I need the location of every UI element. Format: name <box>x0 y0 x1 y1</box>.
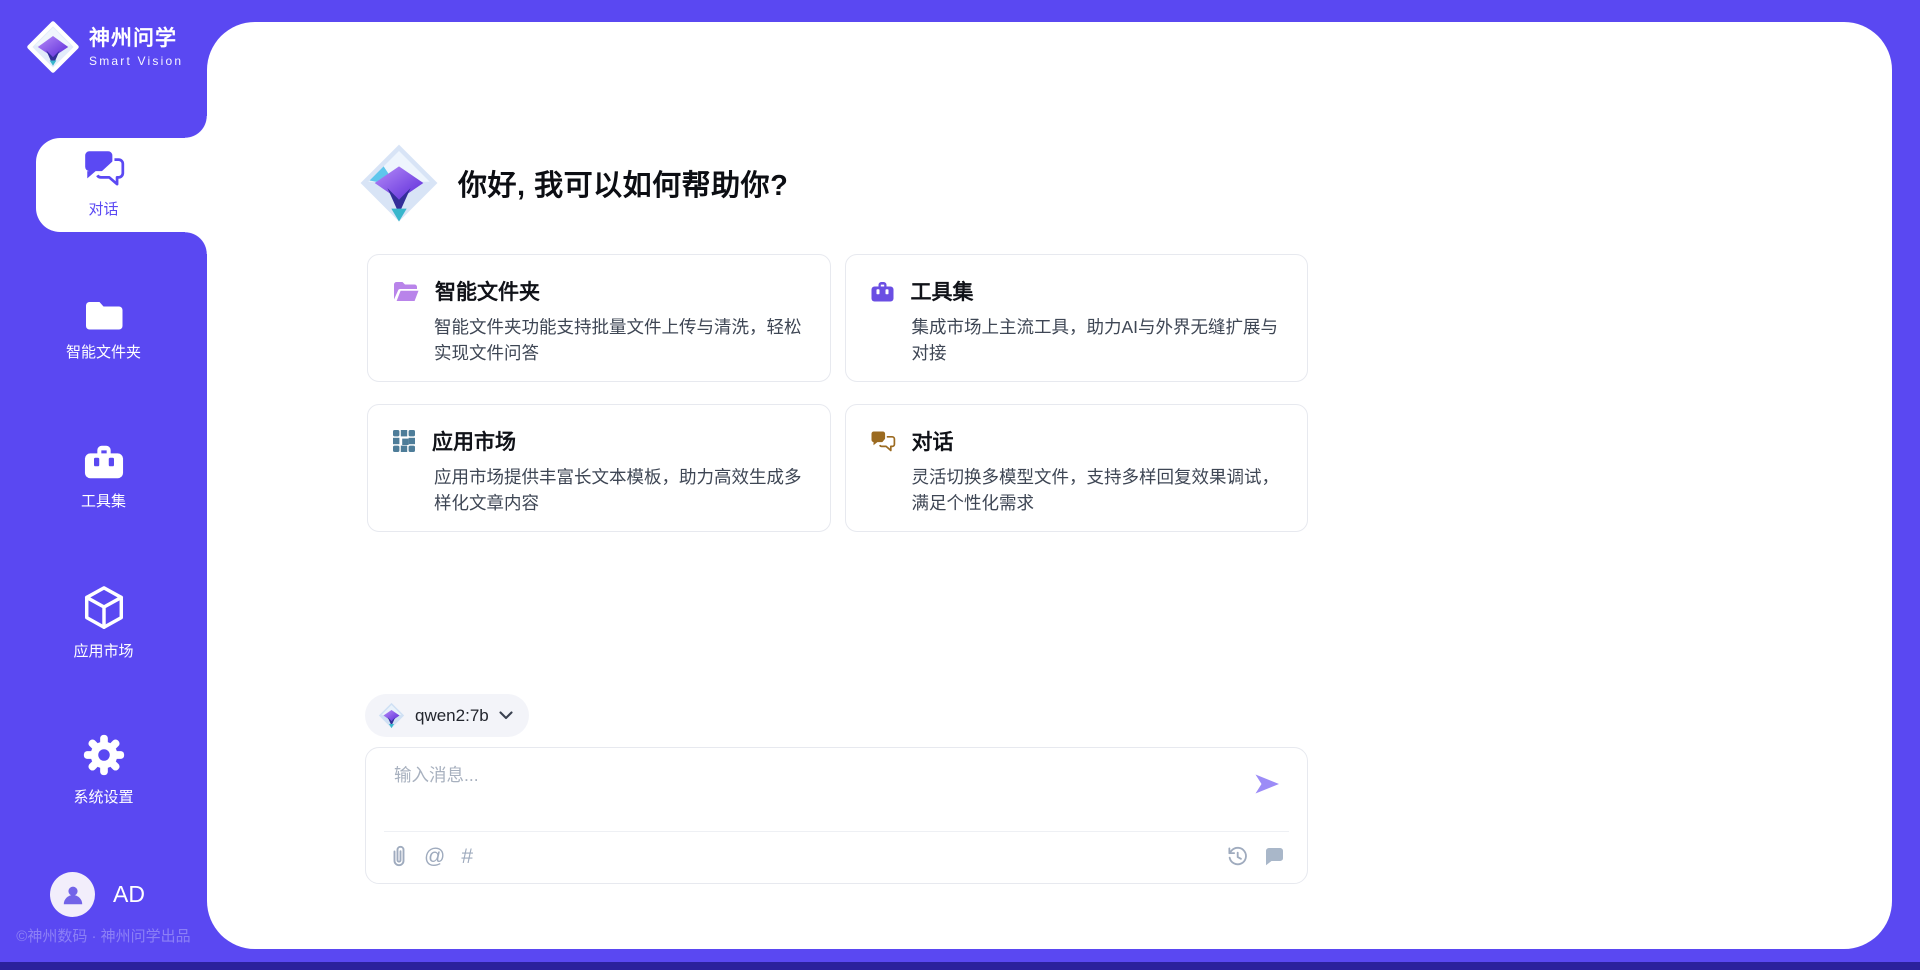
card-app-market[interactable]: 应用市场 应用市场提供丰富长文本模板，助力高效生成多样化文章内容 <box>367 404 831 532</box>
hash-icon[interactable]: # <box>461 846 473 868</box>
gem-logo-icon <box>358 142 440 224</box>
card-title: 对话 <box>912 426 954 456</box>
brand-subtitle: Smart Vision <box>89 55 183 67</box>
sidebar-item-label: 工具集 <box>81 490 126 511</box>
bottom-bar <box>0 962 1920 970</box>
sidebar-item-label: 对话 <box>88 198 118 219</box>
card-description: 灵活切换多模型文件，支持多样回复效果调试，满足个性化需求 <box>912 465 1284 517</box>
message-composer: @ # <box>365 747 1308 884</box>
sidebar-item-label: 系统设置 <box>73 786 133 807</box>
composer-divider <box>384 831 1289 832</box>
chevron-down-icon <box>499 711 513 720</box>
folder-icon <box>82 299 126 333</box>
sidebar-item-smart-folder[interactable]: 智能文件夹 <box>0 299 207 362</box>
brand-name: 神州问学 <box>89 28 183 49</box>
history-icon[interactable] <box>1226 845 1249 868</box>
chat-icon <box>81 148 127 190</box>
sidebar-item-app-market[interactable]: 应用市场 <box>0 584 207 661</box>
card-description: 应用市场提供丰富长文本模板，助力高效生成多样化文章内容 <box>434 465 806 517</box>
card-description: 集成市场上主流工具，助力AI与外界无缝扩展与对接 <box>912 315 1284 367</box>
card-smart-folder[interactable]: 智能文件夹 智能文件夹功能支持批量文件上传与清洗，轻松实现文件问答 <box>367 254 831 382</box>
card-title: 工具集 <box>911 276 974 306</box>
send-icon[interactable] <box>1253 772 1281 796</box>
folder-open-icon <box>392 280 419 303</box>
briefcase-icon <box>870 280 895 303</box>
composer-toolbar-right <box>1226 845 1286 868</box>
grid-icon <box>392 429 416 453</box>
model-selector[interactable]: qwen2:7b <box>365 694 529 737</box>
card-description: 智能文件夹功能支持批量文件上传与清洗，轻松实现文件问答 <box>434 315 806 367</box>
card-title: 智能文件夹 <box>435 276 540 306</box>
paperclip-icon[interactable] <box>390 845 408 868</box>
feature-cards: 智能文件夹 智能文件夹功能支持批量文件上传与清洗，轻松实现文件问答 工具集 集成… <box>367 254 1308 532</box>
briefcase-icon <box>81 442 127 482</box>
card-chat[interactable]: 对话 灵活切换多模型文件，支持多样回复效果调试，满足个性化需求 <box>845 404 1309 532</box>
gear-icon <box>81 732 127 778</box>
user-avatar-icon <box>50 872 95 917</box>
pill-scoop-bottom <box>185 232 207 254</box>
card-toolset[interactable]: 工具集 集成市场上主流工具，助力AI与外界无缝扩展与对接 <box>845 254 1309 382</box>
user-profile[interactable]: AD <box>50 872 145 917</box>
pill-scoop-top <box>185 116 207 138</box>
at-sign-icon[interactable]: @ <box>424 846 445 868</box>
sidebar-footer-text: ©神州数码 · 神州问学出品 <box>0 925 207 946</box>
chat-icon <box>870 430 896 453</box>
sidebar-item-toolset[interactable]: 工具集 <box>0 442 207 511</box>
cube-icon <box>81 584 127 632</box>
gem-logo-icon <box>378 702 405 729</box>
gem-logo-icon <box>26 20 80 74</box>
composer-toolbar-left: @ # <box>390 845 473 868</box>
user-name: AD <box>113 881 145 908</box>
message-input[interactable] <box>392 764 1196 787</box>
greeting-header: 你好, 我可以如何帮助你? <box>358 142 788 224</box>
brand-logo: 神州问学 Smart Vision <box>26 20 183 74</box>
greeting-text: 你好, 我可以如何帮助你? <box>458 162 788 204</box>
sidebar-item-label: 智能文件夹 <box>66 341 141 362</box>
sidebar-item-settings[interactable]: 系统设置 <box>0 732 207 807</box>
chat-bubble-icon[interactable] <box>1263 846 1286 867</box>
sidebar-item-chat[interactable]: 对话 <box>0 148 207 219</box>
app-root: 神州问学 Smart Vision 对话 智能文件夹 <box>0 0 1920 970</box>
sidebar-item-label: 应用市场 <box>73 640 133 661</box>
card-title: 应用市场 <box>432 426 516 456</box>
model-name: qwen2:7b <box>415 706 489 726</box>
